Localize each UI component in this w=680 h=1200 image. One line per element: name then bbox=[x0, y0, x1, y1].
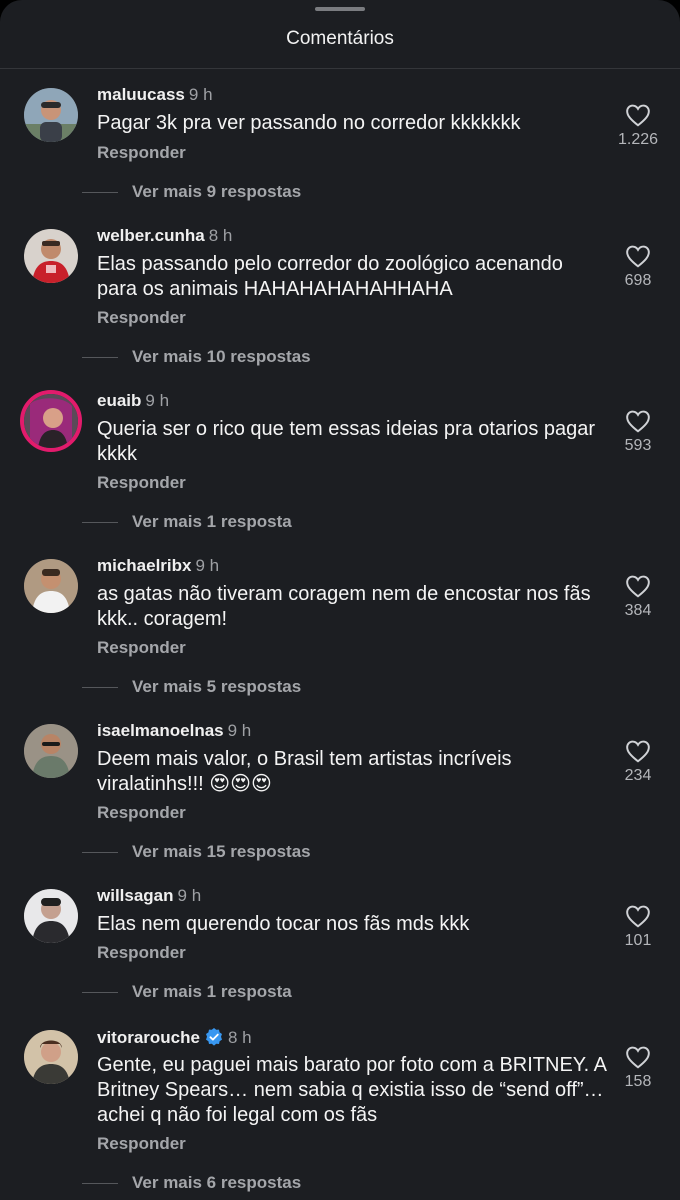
comment-text: Elas nem querendo tocar nos fãs mds kkk bbox=[97, 913, 470, 935]
view-replies-label: Ver mais 1 resposta bbox=[132, 512, 292, 531]
header-divider bbox=[0, 68, 680, 69]
heart-icon bbox=[626, 1046, 650, 1069]
like-count: 158 bbox=[624, 1073, 652, 1090]
reply-button[interactable]: Responder bbox=[97, 803, 186, 823]
replies-line bbox=[82, 687, 118, 689]
like-count: 1.226 bbox=[617, 131, 659, 148]
like-button[interactable]: 1.226 bbox=[612, 103, 664, 149]
verified-badge-icon bbox=[205, 1028, 222, 1046]
view-replies-label: Ver mais 9 respostas bbox=[132, 182, 302, 201]
comment-item: michaelribx 9 h as gatas não tiveram cora… bbox=[0, 556, 680, 721]
view-replies-button[interactable]: Ver mais 6 respostas bbox=[82, 1173, 301, 1193]
view-replies-button[interactable]: Ver mais 10 respostas bbox=[82, 347, 311, 367]
like-count: 593 bbox=[624, 437, 652, 454]
view-replies-label: Ver mais 10 respostas bbox=[132, 347, 311, 366]
like-button[interactable]: 384 bbox=[612, 574, 664, 620]
reply-button[interactable]: Responder bbox=[97, 308, 186, 328]
avatar[interactable] bbox=[24, 559, 78, 613]
view-replies-button[interactable]: Ver mais 9 respostas bbox=[82, 182, 301, 202]
view-replies-label: Ver mais 15 respostas bbox=[132, 842, 311, 861]
like-count: 234 bbox=[624, 767, 652, 784]
heart-icon bbox=[626, 410, 650, 433]
reply-button[interactable]: Responder bbox=[97, 1134, 186, 1154]
like-button[interactable]: 698 bbox=[612, 244, 664, 290]
replies-line bbox=[82, 852, 118, 854]
view-replies-button[interactable]: Ver mais 15 respostas bbox=[82, 842, 311, 862]
comment-text: Deem mais valor, o Brasil tem artistas i… bbox=[97, 748, 512, 795]
comment-item: welber.cunha 8 h Elas passando pelo corre… bbox=[0, 226, 680, 391]
username[interactable]: vitorarouche bbox=[97, 1028, 200, 1047]
comment-item: vitorarouche 8 h Gente, eu paguei mais ba… bbox=[0, 1027, 680, 1192]
avatar[interactable] bbox=[20, 390, 82, 452]
heart-icon bbox=[626, 245, 650, 268]
view-replies-button[interactable]: Ver mais 1 resposta bbox=[82, 982, 292, 1002]
comment-item: euaib 9 h Queria ser o rico que tem essas… bbox=[0, 390, 680, 556]
view-replies-button[interactable]: Ver mais 5 respostas bbox=[82, 677, 301, 697]
like-button[interactable]: 234 bbox=[612, 739, 664, 785]
avatar[interactable] bbox=[24, 1030, 78, 1084]
timestamp: 8 h bbox=[208, 226, 233, 245]
heart-icon bbox=[626, 740, 650, 763]
replies-line bbox=[82, 1183, 118, 1185]
comment-text: Pagar 3k pra ver passando no corredor kk… bbox=[97, 112, 521, 134]
comment-meta: michaelribx 9 h bbox=[97, 556, 219, 576]
comment-text: Elas passando pelo corredor do zoológico… bbox=[97, 253, 563, 300]
heart-icon bbox=[626, 905, 650, 928]
replies-line bbox=[82, 357, 118, 359]
comments-sheet: Comentários maluucass 9 h Pagar 3k pra ve… bbox=[0, 0, 680, 1200]
username[interactable]: welber.cunha bbox=[97, 226, 205, 245]
comment-text: Gente, eu paguei mais barato por foto co… bbox=[97, 1054, 606, 1126]
comment-text: as gatas não tiveram coragem nem de enco… bbox=[97, 583, 591, 630]
comment-meta: welber.cunha 8 h bbox=[97, 226, 232, 246]
comment-text: Queria ser o rico que tem essas ideias p… bbox=[97, 418, 596, 465]
heart-icon bbox=[626, 104, 650, 127]
timestamp: 9 h bbox=[188, 85, 213, 104]
reply-button[interactable]: Responder bbox=[97, 638, 186, 658]
avatar[interactable] bbox=[24, 229, 78, 283]
timestamp: 8 h bbox=[227, 1028, 252, 1047]
timestamp: 9 h bbox=[145, 391, 170, 410]
avatar[interactable] bbox=[24, 88, 78, 142]
comment-item: isaelmanoelnas 9 h Deem mais valor, o Bra… bbox=[0, 721, 680, 886]
comment-meta: euaib 9 h bbox=[97, 391, 169, 411]
view-replies-label: Ver mais 1 resposta bbox=[132, 982, 292, 1001]
username[interactable]: michaelribx bbox=[97, 556, 192, 575]
replies-line bbox=[82, 992, 118, 994]
view-replies-label: Ver mais 6 respostas bbox=[132, 1173, 302, 1192]
avatar[interactable] bbox=[24, 889, 78, 943]
like-button[interactable]: 101 bbox=[612, 904, 664, 950]
timestamp: 9 h bbox=[177, 886, 202, 905]
drag-handle[interactable] bbox=[315, 7, 365, 11]
username[interactable]: willsagan bbox=[97, 886, 174, 905]
like-button[interactable]: 593 bbox=[612, 409, 664, 455]
like-count: 384 bbox=[624, 602, 652, 619]
timestamp: 9 h bbox=[195, 556, 220, 575]
comment-meta: vitorarouche 8 h bbox=[97, 1027, 252, 1048]
like-button[interactable]: 158 bbox=[612, 1045, 664, 1091]
comment-meta: maluucass 9 h bbox=[97, 85, 213, 105]
avatar[interactable] bbox=[24, 724, 78, 778]
replies-line bbox=[82, 522, 118, 524]
reply-button[interactable]: Responder bbox=[97, 473, 186, 493]
view-replies-button[interactable]: Ver mais 1 resposta bbox=[82, 512, 292, 532]
timestamp: 9 h bbox=[227, 721, 252, 740]
heart-icon bbox=[626, 575, 650, 598]
view-replies-label: Ver mais 5 respostas bbox=[132, 677, 302, 696]
reply-button[interactable]: Responder bbox=[97, 143, 186, 163]
username[interactable]: euaib bbox=[97, 391, 141, 410]
username[interactable]: isaelmanoelnas bbox=[97, 721, 224, 740]
username[interactable]: maluucass bbox=[97, 85, 185, 104]
page-title: Comentários bbox=[286, 28, 394, 49]
comment-meta: isaelmanoelnas 9 h bbox=[97, 721, 251, 741]
replies-line bbox=[82, 192, 118, 194]
reply-button[interactable]: Responder bbox=[97, 943, 186, 963]
like-count: 698 bbox=[624, 272, 652, 289]
comment-meta: willsagan 9 h bbox=[97, 886, 201, 906]
like-count: 101 bbox=[624, 932, 652, 949]
